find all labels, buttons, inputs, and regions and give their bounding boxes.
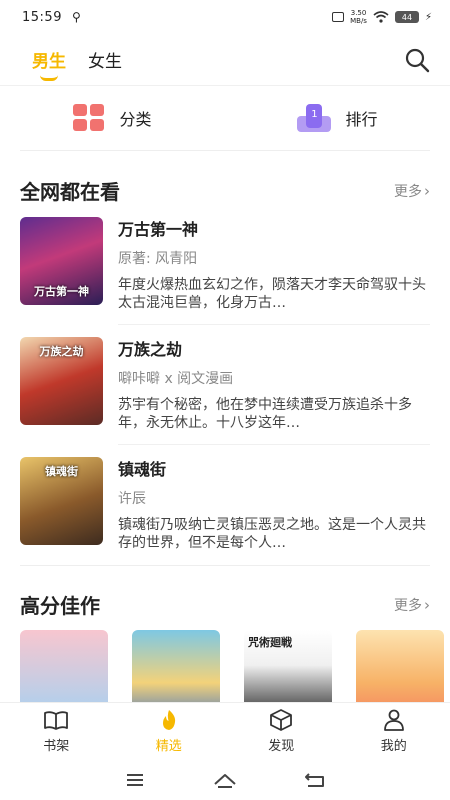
chevron-right-icon: › xyxy=(424,595,430,614)
book-item[interactable]: 万族之劫 万族之劫 噼咔噼 x 阅文漫画 苏宇有个秘密，他在梦中连续遭受万族追杀… xyxy=(20,324,430,452)
ranking-badge: 1 xyxy=(306,104,323,128)
tab-featured[interactable]: 精选 xyxy=(113,703,226,760)
category-label: 分类 xyxy=(119,110,152,129)
divider xyxy=(20,150,430,151)
charging-icon: ⚡ xyxy=(424,11,432,23)
book-title: 镇魂街 xyxy=(118,460,167,479)
book-info: 万古第一神 原著: 风青阳 年度火爆热血玄幻之作，陨落天才李天命驾驭十头太古混沌… xyxy=(118,212,430,332)
status-indicators: 3.50 MB/s 44 ⚡ xyxy=(332,9,432,25)
divider xyxy=(20,565,430,566)
book-author: 原著: 风青阳 xyxy=(118,251,198,267)
search-icon[interactable] xyxy=(404,47,430,73)
cube-icon xyxy=(270,709,293,731)
tab-male-label: 男生 xyxy=(32,52,66,72)
cover-title: 镇魂街 xyxy=(45,465,78,478)
more-link[interactable]: 更多 › xyxy=(394,595,430,615)
section-title: 高分佳作 xyxy=(20,594,100,618)
system-nav-bar xyxy=(0,760,450,800)
book-cover[interactable] xyxy=(356,630,444,702)
category-button[interactable]: 分类 xyxy=(0,92,225,144)
tab-mine-label: 我的 xyxy=(380,739,407,754)
more-label: 更多 xyxy=(394,597,422,614)
menu-icon[interactable] xyxy=(122,770,148,790)
home-icon[interactable] xyxy=(212,770,238,790)
book-cover[interactable]: 万古第一神 xyxy=(20,217,103,305)
more-link[interactable]: 更多 › xyxy=(394,181,430,201)
section-title: 全网都在看 xyxy=(20,180,120,204)
bottom-tab-bar: 书架 精选 发现 我的 xyxy=(0,702,450,760)
top-nav: 男生 女生 xyxy=(0,34,450,86)
tab-active-indicator xyxy=(40,75,58,81)
tab-female-label: 女生 xyxy=(88,52,122,72)
book-title: 万古第一神 xyxy=(118,220,199,239)
status-time: 15:59 xyxy=(22,9,62,25)
net-speed: 3.50 MB/s xyxy=(350,9,367,25)
wifi-icon xyxy=(373,11,389,23)
tab-mine[interactable]: 我的 xyxy=(338,703,450,760)
book-description: 镇魂街乃吸纳亡灵镇压恶灵之地。这是一个人灵共存的世界，但不是每个人… xyxy=(118,517,426,551)
status-bar: 15:59 ⚲ 3.50 MB/s 44 ⚡ xyxy=(0,0,450,34)
tab-discover-label: 发现 xyxy=(268,739,295,754)
tab-bookshelf[interactable]: 书架 xyxy=(0,703,113,760)
net-speed-unit: MB/s xyxy=(350,17,367,25)
cover-title: 咒術廻戦 xyxy=(248,636,292,649)
ranking-button[interactable]: 1 排行 xyxy=(225,92,450,144)
back-icon[interactable] xyxy=(302,770,328,790)
vibrate-icon xyxy=(332,12,345,22)
book-item[interactable]: 万古第一神 万古第一神 原著: 风青阳 年度火爆热血玄幻之作，陨落天才李天命驾驭… xyxy=(20,212,430,332)
book-info: 万族之劫 噼咔噼 x 阅文漫画 苏宇有个秘密，他在梦中连续遭受万族追杀十多年，永… xyxy=(118,332,430,452)
more-label: 更多 xyxy=(394,183,422,200)
section-popular-header: 全网都在看 更多 › xyxy=(20,176,430,205)
section-high-score-header: 高分佳作 更多 › xyxy=(20,590,430,619)
book-info: 镇魂街 许辰 镇魂街乃吸纳亡灵镇压恶灵之地。这是一个人灵共存的世界，但不是每个人… xyxy=(118,452,430,572)
book-cover[interactable]: 咒術廻戦 xyxy=(244,630,332,702)
net-speed-value: 3.50 xyxy=(350,9,367,17)
book-item[interactable]: 镇魂街 镇魂街 许辰 镇魂街乃吸纳亡灵镇压恶灵之地。这是一个人灵共存的世界，但不… xyxy=(20,444,430,572)
tab-bookshelf-label: 书架 xyxy=(43,739,70,754)
high-score-cover-row: 咒術廻戦 xyxy=(20,630,450,702)
usb-icon: ⚲ xyxy=(71,10,81,24)
book-description: 年度火爆热血玄幻之作，陨落天才李天命驾驭十头太古混沌巨兽，化身万古… xyxy=(118,277,426,311)
tab-female[interactable]: 女生 xyxy=(88,47,122,72)
book-list: 万古第一神 万古第一神 原著: 风青阳 年度火爆热血玄幻之作，陨落天才李天命驾驭… xyxy=(20,212,430,572)
user-icon xyxy=(383,709,404,731)
podium-icon: 1 xyxy=(297,104,332,132)
book-author: 噼咔噼 x 阅文漫画 xyxy=(118,371,234,387)
grid-icon xyxy=(73,104,105,132)
tab-discover[interactable]: 发现 xyxy=(225,703,338,760)
book-cover[interactable]: 镇魂街 xyxy=(20,457,103,545)
chevron-right-icon: › xyxy=(424,181,430,200)
tab-male[interactable]: 男生 xyxy=(32,47,66,81)
battery-icon: 44 xyxy=(394,11,419,23)
book-description: 苏宇有个秘密，他在梦中连续遭受万族追杀十多年，永无休止。十八岁这年… xyxy=(118,397,412,431)
cover-title: 万族之劫 xyxy=(39,345,84,358)
book-author: 许辰 xyxy=(118,491,146,507)
book-cover[interactable]: 万族之劫 xyxy=(20,337,103,425)
quick-nav: 分类 1 排行 xyxy=(0,92,450,144)
cover-title: 万古第一神 xyxy=(34,285,89,298)
tab-featured-label: 精选 xyxy=(155,739,182,754)
book-icon xyxy=(44,711,69,730)
ranking-label: 排行 xyxy=(345,110,378,129)
flame-icon xyxy=(162,710,175,730)
book-title: 万族之劫 xyxy=(118,340,183,359)
book-cover[interactable] xyxy=(132,630,220,702)
book-cover[interactable] xyxy=(20,630,108,702)
